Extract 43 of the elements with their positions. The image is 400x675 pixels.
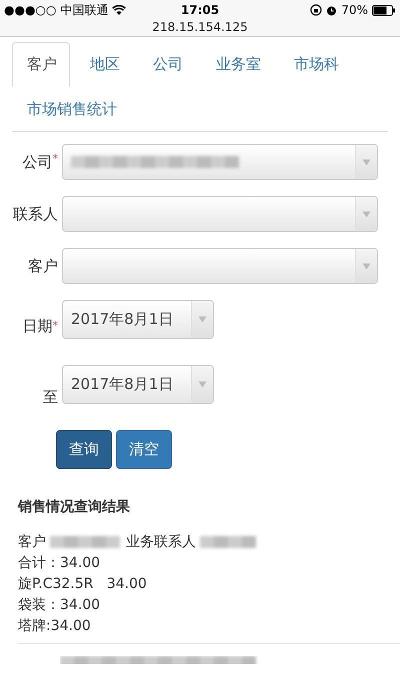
nav-tab[interactable]: 业务室	[201, 42, 274, 86]
dropdown-field[interactable]	[62, 196, 378, 232]
caret-icon	[362, 210, 371, 218]
field-label: 客户	[28, 256, 58, 275]
result-line: 塔牌:34.00	[18, 616, 92, 636]
caret-icon	[198, 316, 207, 323]
required-mark: *	[52, 319, 58, 332]
field-label: 公司	[22, 152, 52, 171]
wifi-icon	[112, 4, 126, 16]
blurred-redaction	[200, 536, 256, 548]
address-url: 218.15.154.125	[152, 20, 248, 34]
clear-button[interactable]: 清空	[116, 430, 172, 468]
info-label: 业务联系人	[126, 532, 196, 552]
alarm-icon	[326, 4, 338, 16]
results-heading: 销售情况查询结果	[18, 498, 131, 516]
result-line: 旋P.C32.5R 34.00	[18, 574, 148, 594]
info-label: 客户	[18, 532, 46, 552]
field-label: 日期	[22, 317, 52, 335]
date-dropdown[interactable]: 2017年8月1日	[62, 300, 214, 339]
dropdown-field[interactable]	[62, 144, 378, 180]
required-mark: *	[52, 152, 58, 165]
blurred-redaction	[50, 536, 120, 548]
nav-tab[interactable]: 市场销售统计	[12, 86, 130, 131]
nav-tab[interactable]: 客户	[12, 42, 70, 86]
caret-icon	[198, 381, 207, 388]
date-dropdown[interactable]: 2017年8月1日	[62, 365, 214, 404]
result-line: 合计：34.00	[18, 554, 102, 572]
dropdown-field[interactable]	[62, 248, 378, 284]
nav-tab[interactable]: 市场科	[279, 42, 352, 86]
nav-tab[interactable]: 公司	[138, 42, 196, 86]
signal-strength: ●●●○○	[4, 2, 56, 19]
battery-percent: 70%	[341, 2, 368, 19]
nav-tab[interactable]: 地区	[75, 42, 133, 86]
carrier-name: 中国联通	[60, 2, 108, 19]
field-label: 联系人	[13, 204, 58, 223]
status-time: 17:05	[180, 2, 220, 19]
field-label: 至	[43, 388, 58, 406]
battery-icon	[372, 4, 396, 16]
result-line: 袋装：34.00	[18, 596, 102, 614]
caret-icon	[362, 262, 371, 270]
rotation-lock-icon	[310, 4, 322, 16]
query-button[interactable]: 查询	[56, 430, 112, 468]
caret-icon	[362, 158, 371, 166]
